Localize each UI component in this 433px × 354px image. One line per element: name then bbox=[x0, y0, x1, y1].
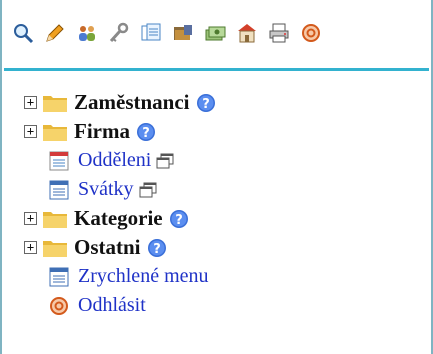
pencil-icon[interactable] bbox=[44, 22, 66, 44]
tree-item-logout[interactable]: Odhlásit bbox=[24, 291, 216, 320]
tree-item-label[interactable]: Zrychlené menu bbox=[78, 265, 209, 288]
folder-icon bbox=[43, 211, 67, 228]
logout-icon bbox=[50, 296, 68, 315]
help-icon[interactable]: ? bbox=[136, 122, 156, 142]
expand-icon[interactable]: + bbox=[24, 241, 37, 254]
tree-item-label: Kategorie bbox=[74, 206, 163, 230]
search-icon[interactable] bbox=[12, 22, 34, 44]
tree-item-kategorie[interactable]: + Kategorie ? bbox=[24, 204, 216, 233]
logout-icon[interactable] bbox=[300, 22, 322, 44]
folder-icon bbox=[43, 95, 67, 112]
tree-item-svatky[interactable]: Svátky bbox=[24, 175, 216, 204]
svg-text:?: ? bbox=[202, 97, 210, 112]
svg-text:?: ? bbox=[175, 213, 183, 228]
tree-item-label: Ostatni bbox=[74, 235, 141, 259]
tree-item-zamestnanci[interactable]: + Zaměstnanci ? bbox=[24, 88, 216, 117]
money-icon[interactable] bbox=[204, 22, 226, 44]
document-red-icon bbox=[49, 151, 69, 170]
tree-item-label: Zaměstnanci bbox=[74, 90, 190, 114]
tree-item-quick-menu[interactable]: Zrychlené menu bbox=[24, 262, 216, 291]
help-icon[interactable]: ? bbox=[147, 238, 167, 258]
tree-item-label: Firma bbox=[74, 119, 130, 143]
help-icon[interactable]: ? bbox=[169, 209, 189, 229]
expand-icon[interactable]: + bbox=[24, 96, 37, 109]
documents-icon[interactable] bbox=[140, 22, 162, 44]
tree-item-label[interactable]: Odděleni bbox=[78, 149, 151, 172]
document-icon bbox=[49, 180, 69, 199]
toolbar bbox=[12, 22, 322, 44]
document-icon bbox=[49, 267, 69, 286]
svg-text:?: ? bbox=[153, 242, 161, 257]
folder-tools-icon[interactable] bbox=[172, 22, 194, 44]
print-icon[interactable] bbox=[268, 22, 290, 44]
users-icon[interactable] bbox=[76, 22, 98, 44]
navigation-tree: + Zaměstnanci ? + Firma ? Odděleni Svátk… bbox=[24, 88, 216, 320]
new-window-icon[interactable] bbox=[156, 153, 174, 169]
navigation-panel: + Zaměstnanci ? + Firma ? Odděleni Svátk… bbox=[0, 0, 433, 354]
tree-item-ostatni[interactable]: + Ostatni ? bbox=[24, 233, 216, 262]
folder-icon bbox=[43, 240, 67, 257]
help-icon[interactable]: ? bbox=[196, 93, 216, 113]
header-divider bbox=[4, 68, 429, 71]
key-icon[interactable] bbox=[108, 22, 130, 44]
tree-item-oddeleni[interactable]: Odděleni bbox=[24, 146, 216, 175]
folder-icon bbox=[43, 124, 67, 141]
expand-icon[interactable]: + bbox=[24, 212, 37, 225]
svg-text:?: ? bbox=[142, 126, 150, 141]
building-icon[interactable] bbox=[236, 22, 258, 44]
tree-item-firma[interactable]: + Firma ? bbox=[24, 117, 216, 146]
new-window-icon[interactable] bbox=[139, 182, 157, 198]
tree-item-label[interactable]: Svátky bbox=[78, 178, 134, 201]
expand-icon[interactable]: + bbox=[24, 125, 37, 138]
tree-item-label[interactable]: Odhlásit bbox=[78, 294, 146, 317]
